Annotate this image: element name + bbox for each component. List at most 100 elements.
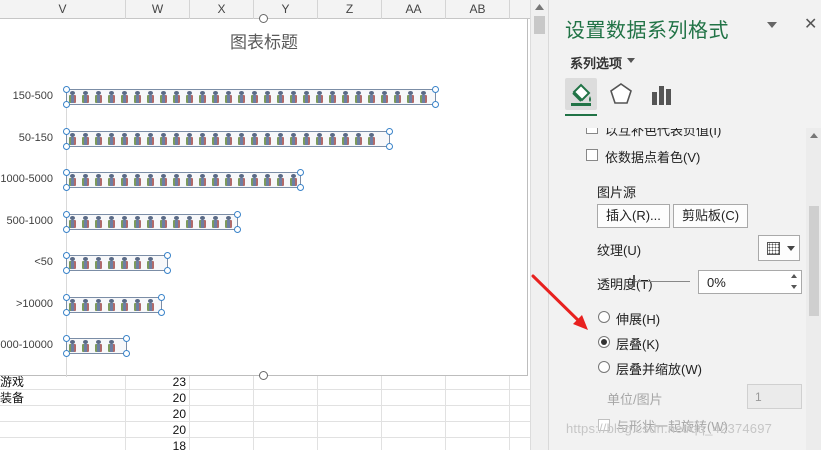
- column-header-w[interactable]: W: [126, 0, 190, 19]
- selection-handle[interactable]: [123, 335, 130, 342]
- selection-handle[interactable]: [63, 335, 70, 342]
- tab-series-options[interactable]: [645, 78, 677, 110]
- person-picture-icon: [210, 215, 221, 229]
- selection-handle[interactable]: [432, 86, 439, 93]
- selection-handle[interactable]: [123, 350, 130, 357]
- bar[interactable]: [66, 255, 168, 271]
- cell-w-value[interactable]: 23: [126, 374, 186, 390]
- bar[interactable]: [66, 89, 436, 105]
- pane-scrollbar[interactable]: [806, 128, 821, 450]
- cell-w-value[interactable]: 18: [126, 438, 186, 450]
- person-picture-icon: [145, 132, 156, 146]
- scroll-up-icon[interactable]: [534, 2, 545, 12]
- close-icon[interactable]: ✕: [804, 14, 817, 34]
- selection-handle[interactable]: [234, 210, 241, 218]
- cell-w-value[interactable]: 20: [126, 390, 186, 406]
- selection-handle[interactable]: [432, 101, 439, 108]
- selection-handle[interactable]: [63, 293, 70, 301]
- selection-handle[interactable]: [63, 252, 70, 259]
- selection-handle[interactable]: [63, 86, 70, 93]
- selection-handle[interactable]: [164, 252, 171, 259]
- selection-handle[interactable]: [158, 308, 165, 316]
- stretch-radio[interactable]: [598, 311, 610, 323]
- person-picture-icon: [197, 90, 208, 104]
- bar-chart[interactable]: 图表标题 150-500 50-150 1000-5000 500-1000 <50 >1…: [0, 14, 529, 380]
- clipboard-button[interactable]: 剪贴板(C): [673, 204, 749, 228]
- person-picture-icon: [210, 90, 221, 104]
- cell-w-value[interactable]: 20: [126, 406, 186, 422]
- transparency-input[interactable]: 0%: [698, 270, 802, 294]
- selection-handle[interactable]: [63, 169, 70, 176]
- selection-handle[interactable]: [297, 184, 304, 191]
- active-tab-indicator: [565, 114, 597, 116]
- selection-handle[interactable]: [386, 142, 393, 150]
- selection-handle[interactable]: [63, 225, 70, 233]
- column-header-ab[interactable]: AB: [446, 0, 510, 19]
- cell-v-label[interactable]: 装备: [0, 390, 120, 406]
- selection-handle[interactable]: [63, 127, 70, 135]
- bar[interactable]: [66, 213, 238, 230]
- chart-resize-handle[interactable]: [259, 14, 268, 23]
- spin-up-icon[interactable]: [791, 274, 797, 278]
- person-picture-icon: [132, 298, 143, 312]
- selection-handle[interactable]: [386, 127, 393, 135]
- stack-and-scale-radio[interactable]: [598, 361, 610, 373]
- chevron-down-icon[interactable]: [627, 58, 635, 63]
- selection-handle[interactable]: [158, 293, 165, 301]
- selection-handle[interactable]: [63, 267, 70, 274]
- column-header-v[interactable]: V: [0, 0, 126, 19]
- chart-resize-handle[interactable]: [259, 371, 268, 380]
- bar[interactable]: [66, 296, 162, 313]
- person-picture-icon: [288, 90, 299, 104]
- column-header-z[interactable]: Z: [318, 0, 382, 19]
- selection-handle[interactable]: [63, 142, 70, 150]
- person-picture-icon: [184, 215, 195, 229]
- cell-w-value[interactable]: 20: [126, 422, 186, 438]
- selection-handle[interactable]: [63, 184, 70, 191]
- selection-handle[interactable]: [297, 169, 304, 176]
- person-picture-icon: [80, 256, 91, 270]
- pane-options-dropdown-icon[interactable]: [767, 22, 777, 28]
- stack-radio[interactable]: [598, 336, 610, 348]
- worksheet[interactable]: V W X Y Z AA AB 游戏 23 装备 20 20 20 18 图表标…: [0, 0, 530, 450]
- units-per-picture-input[interactable]: 1: [747, 384, 802, 409]
- texture-picker[interactable]: [758, 235, 800, 261]
- person-picture-icon: [392, 90, 403, 104]
- person-picture-icon: [171, 215, 182, 229]
- selection-handle[interactable]: [164, 267, 171, 274]
- person-picture-icon: [145, 173, 156, 187]
- person-picture-icon: [158, 215, 169, 229]
- person-picture-icon: [236, 90, 247, 104]
- selection-handle[interactable]: [63, 308, 70, 316]
- person-picture-icon: [132, 90, 143, 104]
- selection-handle[interactable]: [63, 101, 70, 108]
- transparency-slider-thumb[interactable]: [633, 275, 635, 287]
- selection-handle[interactable]: [234, 225, 241, 233]
- invert-if-negative-checkbox[interactable]: [586, 128, 598, 134]
- format-data-series-pane: 设置数据系列格式 ✕ 系列选项 以互补色代表负值(I) 依数据点着色(V) 图片…: [548, 0, 821, 450]
- scrollbar-thumb[interactable]: [809, 206, 819, 316]
- selection-handle[interactable]: [63, 350, 70, 357]
- stack-and-scale-label: 层叠并缩放(W): [616, 362, 702, 377]
- bar[interactable]: [66, 338, 127, 354]
- transparency-slider-track[interactable]: [635, 281, 690, 282]
- scrollbar-thumb[interactable]: [534, 16, 545, 34]
- vary-colors-checkbox[interactable]: [586, 149, 598, 161]
- grid-line: [0, 437, 530, 438]
- column-header-x[interactable]: X: [190, 0, 254, 19]
- bar[interactable]: [66, 172, 301, 188]
- series-options-menu[interactable]: 系列选项: [570, 53, 622, 72]
- tab-fill-line[interactable]: [565, 78, 597, 110]
- person-picture-icon: [158, 90, 169, 104]
- insert-picture-button[interactable]: 插入(R)...: [597, 204, 670, 228]
- tab-effects[interactable]: [605, 78, 637, 110]
- person-picture-icon: [340, 132, 351, 146]
- selection-handle[interactable]: [63, 210, 70, 218]
- scroll-up-icon[interactable]: [810, 133, 818, 138]
- spin-down-icon[interactable]: [791, 285, 797, 289]
- chart-title[interactable]: 图表标题: [0, 28, 529, 53]
- vertical-scrollbar[interactable]: [530, 0, 548, 450]
- cell-v-label[interactable]: 游戏: [0, 374, 120, 390]
- bar[interactable]: [66, 130, 390, 147]
- column-header-aa[interactable]: AA: [382, 0, 446, 19]
